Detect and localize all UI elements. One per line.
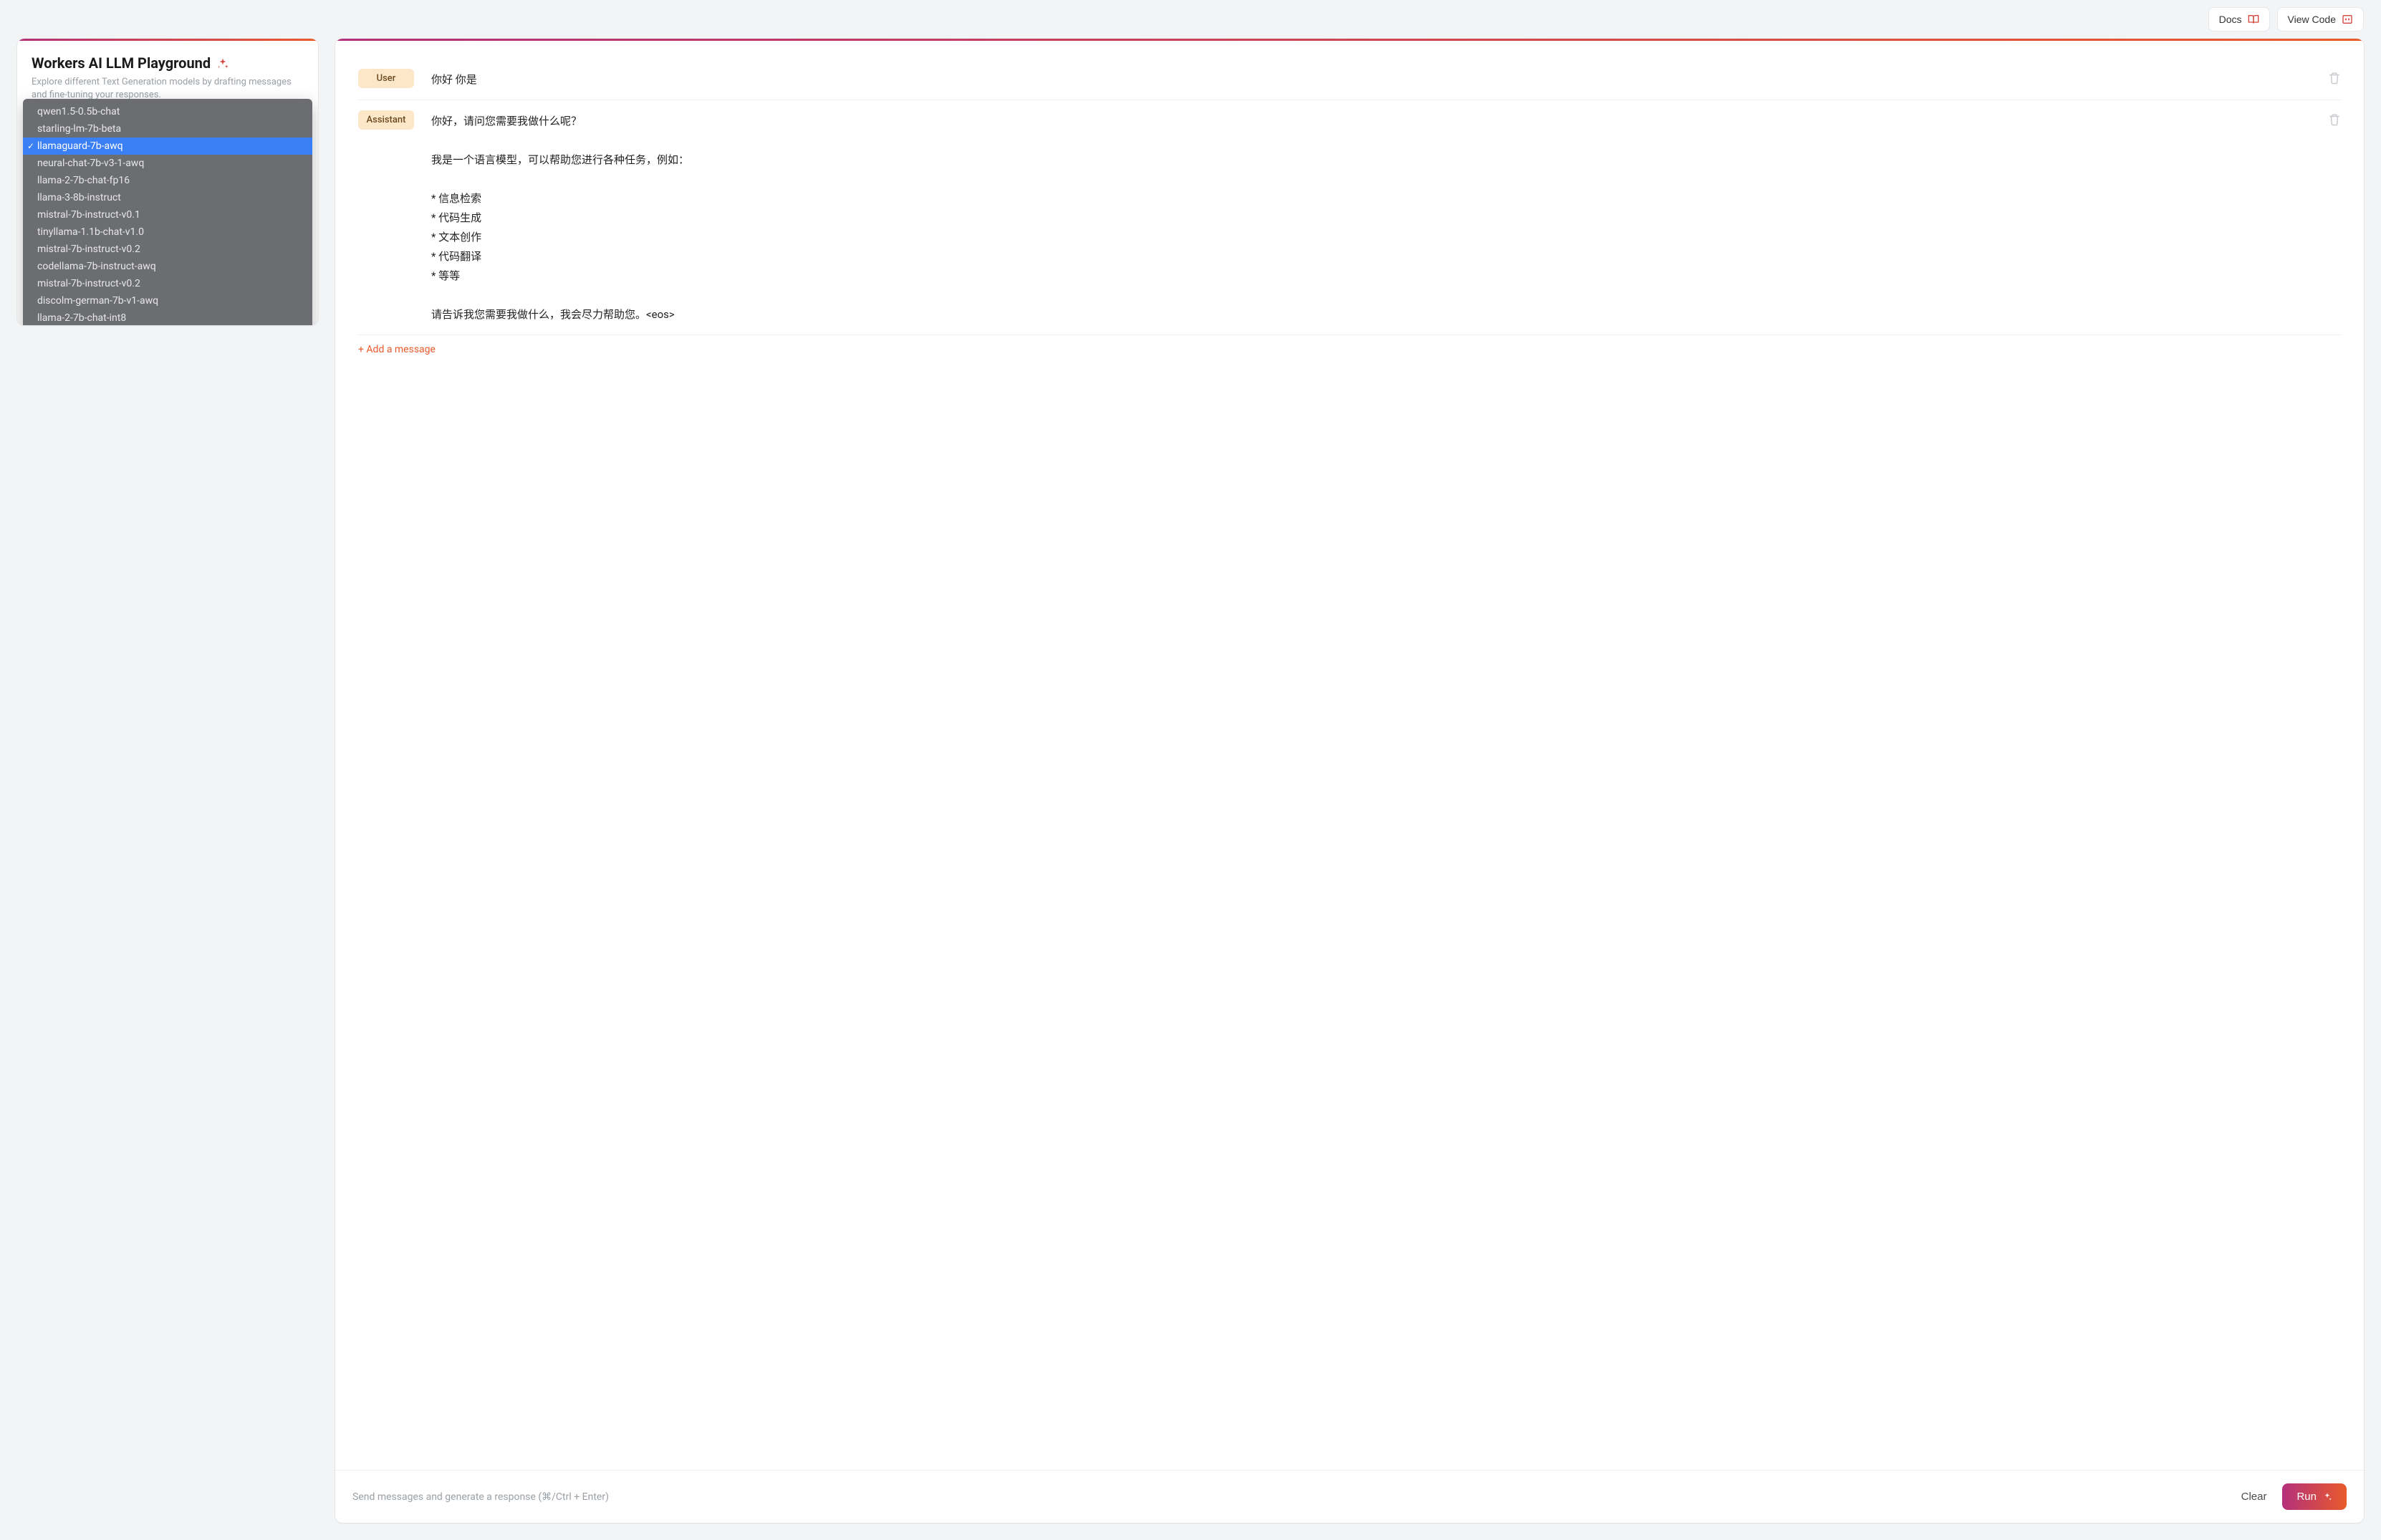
trash-icon[interactable]: [2328, 113, 2341, 126]
add-message-button[interactable]: + Add a message: [358, 335, 2341, 358]
model-option[interactable]: ✓llama-2-7b-chat-int8: [23, 309, 312, 325]
main-columns: Workers AI LLM Playground Explore differ…: [17, 39, 2364, 1523]
message-content[interactable]: 你好，请问您需要我做什么呢？ 我是一个语言模型，可以帮助您进行各种任务，例如： …: [431, 110, 2311, 324]
docs-button[interactable]: Docs: [2208, 7, 2270, 32]
footer-bar: Send messages and generate a response (⌘…: [335, 1470, 2364, 1523]
model-option[interactable]: ✓mistral-7b-instruct-v0.2: [23, 241, 312, 258]
model-option[interactable]: ✓llama-2-7b-chat-fp16: [23, 172, 312, 189]
panel-title-row: Workers AI LLM Playground: [32, 54, 304, 72]
page-root: Docs View Code Workers AI LLM Playground: [0, 0, 2381, 1540]
message-content[interactable]: 你好 你是: [431, 69, 2311, 90]
model-option[interactable]: ✓mistral-7b-instruct-v0.2: [23, 275, 312, 292]
model-option-label: neural-chat-7b-v3-1-awq: [37, 158, 144, 169]
model-option-label: mistral-7b-instruct-v0.2: [37, 278, 140, 289]
model-option-label: starling-lm-7b-beta: [37, 123, 121, 135]
model-dropdown[interactable]: ✓qwen1.5-0.5b-chat✓starling-lm-7b-beta✓l…: [23, 99, 312, 325]
conversation-area: User 你好 你是 Assistant 你好，请问您需要我做什么呢？ 我是一个语言模…: [335, 39, 2364, 1470]
model-option-label: mistral-7b-instruct-v0.2: [37, 244, 140, 255]
message-block: Assistant 你好，请问您需要我做什么呢？ 我是一个语言模型，可以帮助您进行…: [358, 100, 2341, 335]
clear-button[interactable]: Clear: [2237, 1485, 2271, 1508]
message-block: User 你好 你是: [358, 59, 2341, 100]
sparkle-icon: [2322, 1492, 2332, 1502]
model-option[interactable]: ✓qwen1.5-0.5b-chat: [23, 103, 312, 120]
panel-description: Explore different Text Generation models…: [32, 76, 304, 102]
book-icon: [2248, 14, 2259, 25]
model-option[interactable]: ✓llamaguard-7b-awq: [23, 138, 312, 155]
model-option[interactable]: ✓llama-3-8b-instruct: [23, 189, 312, 206]
model-option-label: mistral-7b-instruct-v0.1: [37, 209, 140, 221]
model-option-label: tinyllama-1.1b-chat-v1.0: [37, 226, 144, 238]
model-option[interactable]: ✓codellama-7b-instruct-awq: [23, 258, 312, 275]
model-option-label: llama-3-8b-instruct: [37, 192, 121, 203]
model-option[interactable]: ✓neural-chat-7b-v3-1-awq: [23, 155, 312, 172]
model-option-label: llama-2-7b-chat-int8: [37, 312, 126, 324]
view-code-label: View Code: [2288, 14, 2336, 25]
model-option[interactable]: ✓starling-lm-7b-beta: [23, 120, 312, 138]
check-icon: ✓: [26, 141, 36, 151]
top-bar: Docs View Code: [17, 7, 2364, 32]
run-button[interactable]: Run: [2282, 1483, 2347, 1510]
left-panel: Workers AI LLM Playground Explore differ…: [17, 39, 318, 325]
run-label: Run: [2296, 1491, 2317, 1503]
panel-title: Workers AI LLM Playground: [32, 54, 211, 72]
sparkle-icon: [216, 57, 229, 69]
model-option-label: llama-2-7b-chat-fp16: [37, 175, 130, 186]
code-brackets-icon: [2342, 14, 2353, 25]
model-option-label: llamaguard-7b-awq: [37, 140, 123, 152]
model-option-label: qwen1.5-0.5b-chat: [37, 106, 120, 117]
role-tag[interactable]: User: [358, 69, 414, 88]
model-option-label: discolm-german-7b-v1-awq: [37, 295, 158, 307]
model-option-label: codellama-7b-instruct-awq: [37, 261, 156, 272]
right-panel: User 你好 你是 Assistant 你好，请问您需要我做什么呢？ 我是一个语言模…: [335, 39, 2364, 1523]
model-option[interactable]: ✓mistral-7b-instruct-v0.1: [23, 206, 312, 223]
view-code-button[interactable]: View Code: [2277, 7, 2364, 32]
trash-icon[interactable]: [2328, 72, 2341, 85]
footer-hint: Send messages and generate a response (⌘…: [352, 1491, 2226, 1503]
model-option[interactable]: ✓tinyllama-1.1b-chat-v1.0: [23, 223, 312, 241]
role-tag[interactable]: Assistant: [358, 110, 414, 130]
docs-label: Docs: [2219, 14, 2242, 25]
model-option[interactable]: ✓discolm-german-7b-v1-awq: [23, 292, 312, 309]
